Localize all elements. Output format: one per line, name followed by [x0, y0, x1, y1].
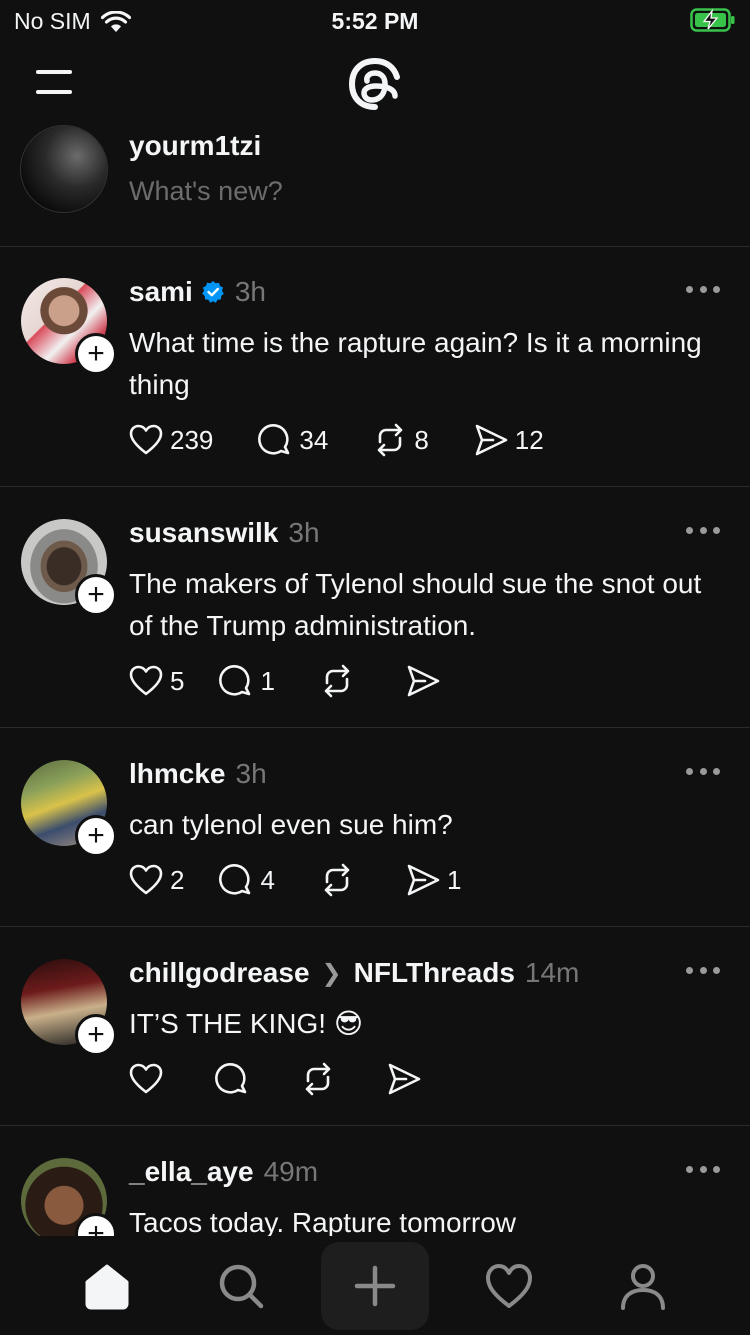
share-count: 12 — [514, 424, 544, 455]
status-time: 5:52 PM — [331, 8, 419, 34]
share-count: 1 — [446, 864, 462, 895]
repost-icon — [324, 863, 350, 897]
community-name[interactable]: NFLThreads — [354, 957, 515, 989]
chevron-right-icon: ❯ — [321, 959, 342, 987]
post-text: IT’S THE KING! 😎 — [129, 1008, 364, 1039]
like-button[interactable] — [128, 1061, 170, 1097]
post-username[interactable]: chillgodrease — [129, 957, 310, 989]
post-time: 49m — [263, 1156, 319, 1187]
menu-icon[interactable] — [36, 68, 72, 96]
post-username[interactable]: _ella_aye — [129, 1156, 254, 1188]
reply-icon — [258, 424, 290, 455]
follow-plus-button[interactable]: + — [75, 574, 117, 616]
heart-icon — [129, 1063, 163, 1094]
follow-plus-button[interactable]: + — [75, 815, 117, 857]
post-text: Tacos today. Rapture tomorrow — [129, 1207, 516, 1236]
post-actions: 239 34 8 12 — [128, 422, 544, 458]
share-button[interactable]: 12 — [473, 422, 544, 458]
like-button[interactable]: 5 — [128, 663, 184, 699]
like-button[interactable]: 2 — [128, 862, 184, 898]
post-time: 14m — [524, 957, 580, 988]
more-options-icon[interactable] — [686, 967, 720, 975]
home-icon[interactable] — [81, 1260, 133, 1312]
post-actions: 2 4 1 — [128, 862, 461, 898]
repost-icon — [305, 1062, 331, 1096]
like-count: 5 — [170, 665, 185, 696]
battery-charging-icon — [690, 8, 735, 32]
share-button[interactable]: 1 — [405, 862, 461, 898]
reply-button[interactable]: 1 — [218, 663, 275, 699]
repost-icon — [324, 664, 350, 698]
post-text: What time is the rapture again? Is it a … — [129, 327, 702, 400]
post-item[interactable]: + _ella_aye 49m Tacos today. Rapture tom… — [0, 1126, 750, 1236]
repost-button[interactable] — [300, 1061, 342, 1097]
post-actions — [128, 1061, 428, 1097]
profile-icon[interactable] — [617, 1260, 669, 1312]
heart-icon — [129, 864, 163, 895]
reply-count: 34 — [299, 424, 329, 455]
like-button[interactable]: 239 — [128, 422, 213, 458]
repost-count: 8 — [414, 424, 429, 455]
post-item[interactable]: + susanswilk 3h The makers of Tylenol sh… — [0, 487, 750, 728]
more-options-icon[interactable] — [686, 1166, 720, 1174]
post-text: The makers of Tylenol should sue the sno… — [129, 568, 702, 641]
post-username[interactable]: lhmcke — [129, 758, 226, 790]
send-icon — [388, 1063, 421, 1095]
reply-icon — [219, 864, 251, 895]
post-item[interactable]: + sami 3h What time is the rapture again… — [0, 246, 750, 487]
verified-badge-icon — [202, 281, 224, 303]
compose-button[interactable] — [321, 1242, 429, 1330]
post-username[interactable]: susanswilk — [129, 517, 278, 549]
reply-button[interactable]: 34 — [257, 422, 328, 458]
more-options-icon[interactable] — [686, 286, 720, 294]
heart-icon — [129, 665, 163, 696]
bottom-tab-bar — [0, 1236, 750, 1334]
heart-icon — [129, 424, 163, 455]
follow-plus-button[interactable]: + — [75, 1014, 117, 1056]
new-post-composer[interactable]: yourm1tzi What's new? — [0, 124, 750, 247]
reply-count: 1 — [260, 665, 275, 696]
post-item[interactable]: + lhmcke 3h can tylenol even sue him? 2 … — [0, 728, 750, 927]
repost-button[interactable]: 8 — [372, 422, 429, 458]
post-time: 3h — [288, 517, 320, 548]
status-bar: No SIM 5:52 PM — [0, 0, 750, 40]
threads-logo-icon[interactable] — [345, 54, 405, 114]
reply-icon — [219, 665, 251, 696]
reply-count: 4 — [260, 864, 275, 895]
post-time: 3h — [234, 276, 266, 307]
composer-username: yourm1tzi — [129, 130, 262, 161]
follow-plus-button[interactable]: + — [75, 333, 117, 375]
more-options-icon[interactable] — [686, 768, 720, 776]
send-icon — [407, 864, 440, 896]
whats-new-input[interactable]: What's new? — [129, 176, 283, 207]
more-options-icon[interactable] — [686, 527, 720, 535]
search-icon[interactable] — [215, 1260, 267, 1312]
share-button[interactable] — [386, 1061, 428, 1097]
repost-button[interactable] — [319, 862, 361, 898]
post-username[interactable]: sami — [129, 276, 193, 308]
post-text: can tylenol even sue him? — [129, 809, 453, 840]
reply-button[interactable]: 4 — [218, 862, 275, 898]
send-icon — [475, 424, 508, 456]
post-actions: 5 1 — [128, 663, 447, 699]
repost-button[interactable] — [319, 663, 361, 699]
reply-icon — [215, 1063, 247, 1094]
reply-button[interactable] — [214, 1061, 256, 1097]
post-item[interactable]: + chillgodrease ❯ NFLThreads 14m IT’S TH… — [0, 927, 750, 1126]
post-time: 3h — [235, 758, 267, 789]
like-count: 2 — [170, 864, 185, 895]
send-icon — [407, 665, 440, 697]
avatar[interactable] — [21, 126, 107, 212]
heart-icon[interactable] — [483, 1260, 535, 1312]
top-nav — [0, 40, 750, 124]
like-count: 239 — [170, 424, 214, 455]
share-button[interactable] — [405, 663, 447, 699]
repost-icon — [378, 423, 403, 457]
plus-icon — [354, 1265, 396, 1307]
